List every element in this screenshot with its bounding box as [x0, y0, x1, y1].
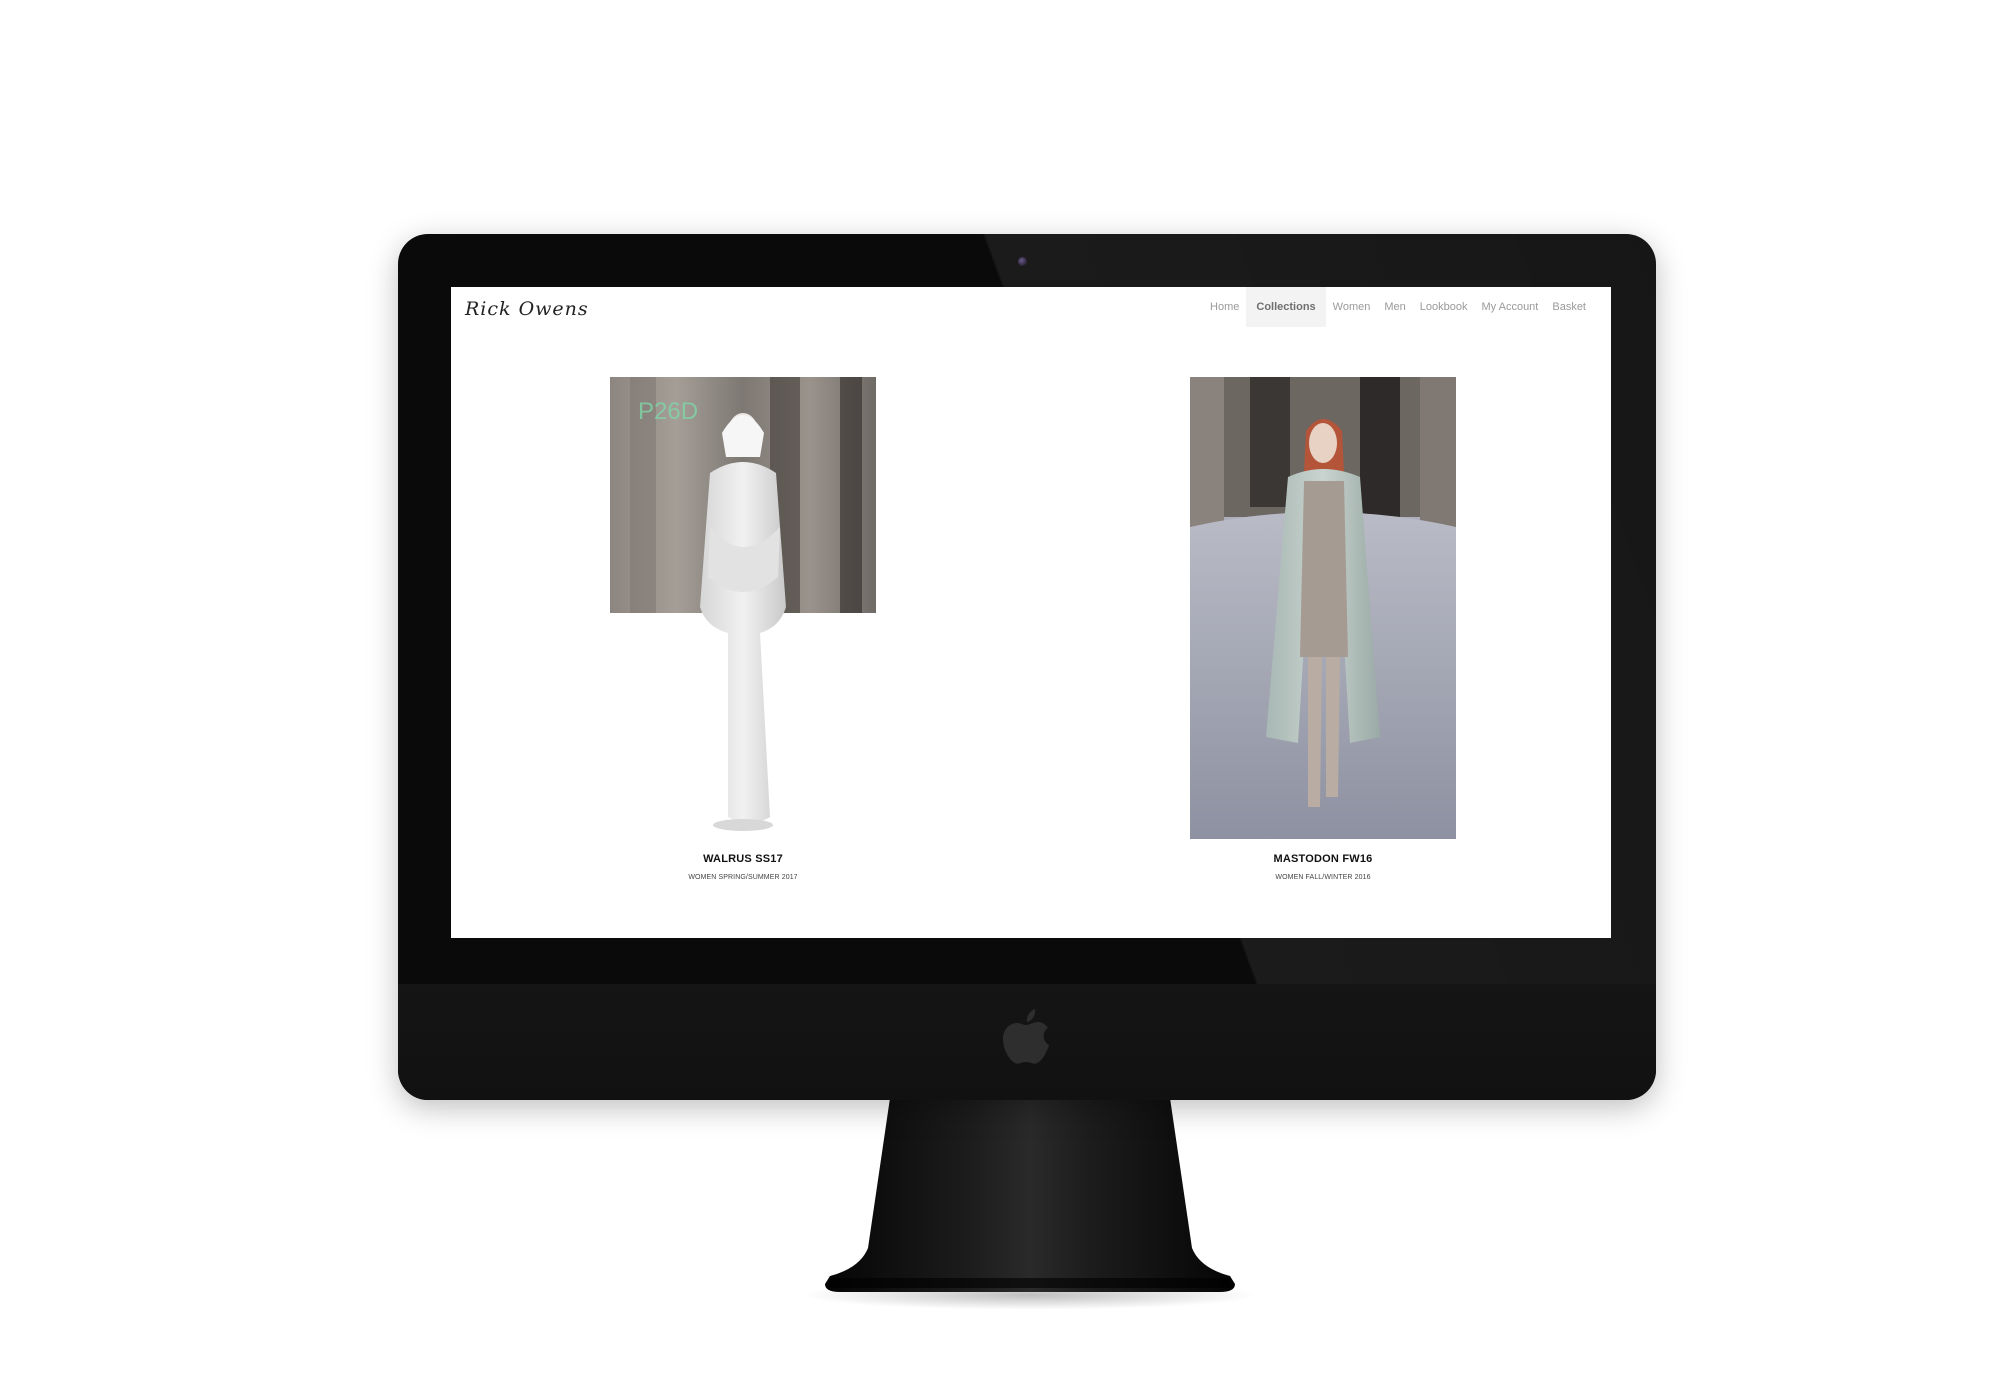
- browser-screen: Rick Owens Home Collections Women Men Lo…: [451, 287, 1611, 938]
- collection-card-mastodon[interactable]: MASTODON FW16 WOMEN FALL/WINTER 2016: [1189, 377, 1457, 881]
- nav-my-account[interactable]: My Account: [1475, 287, 1546, 327]
- camera-icon: [1018, 257, 1027, 266]
- main-nav: Home Collections Women Men Lookbook My A…: [1203, 287, 1593, 327]
- nav-women[interactable]: Women: [1326, 287, 1378, 327]
- nav-basket[interactable]: Basket: [1545, 287, 1593, 327]
- site-header: Rick Owens Home Collections Women Men Lo…: [451, 287, 1611, 327]
- nav-men[interactable]: Men: [1377, 287, 1412, 327]
- collection-image-mastodon[interactable]: [1190, 377, 1456, 839]
- collection-subtitle: WOMEN SPRING/SUMMER 2017: [688, 874, 798, 881]
- collection-image-walrus[interactable]: P26D: [610, 377, 876, 839]
- nav-lookbook[interactable]: Lookbook: [1413, 287, 1475, 327]
- collection-subtitle: WOMEN FALL/WINTER 2016: [1275, 874, 1371, 881]
- collection-card-walrus[interactable]: P26D WALRUS SS17 WOMEN SPRING/SUMMER 201…: [609, 377, 877, 881]
- logo-signature: Rick Owens: [465, 298, 589, 320]
- monitor-stand: [825, 1098, 1235, 1292]
- nav-home[interactable]: Home: [1203, 287, 1246, 327]
- collection-title[interactable]: MASTODON FW16: [1189, 853, 1457, 865]
- mockup-stage: Rick Owens Home Collections Women Men Lo…: [0, 0, 2014, 1386]
- svg-text:P26D: P26D: [638, 398, 698, 425]
- nav-collections[interactable]: Collections: [1246, 287, 1326, 327]
- apple-logo-icon: [1003, 1009, 1049, 1064]
- collection-title[interactable]: WALRUS SS17: [609, 853, 877, 865]
- brand-logo[interactable]: Rick Owens: [465, 297, 588, 321]
